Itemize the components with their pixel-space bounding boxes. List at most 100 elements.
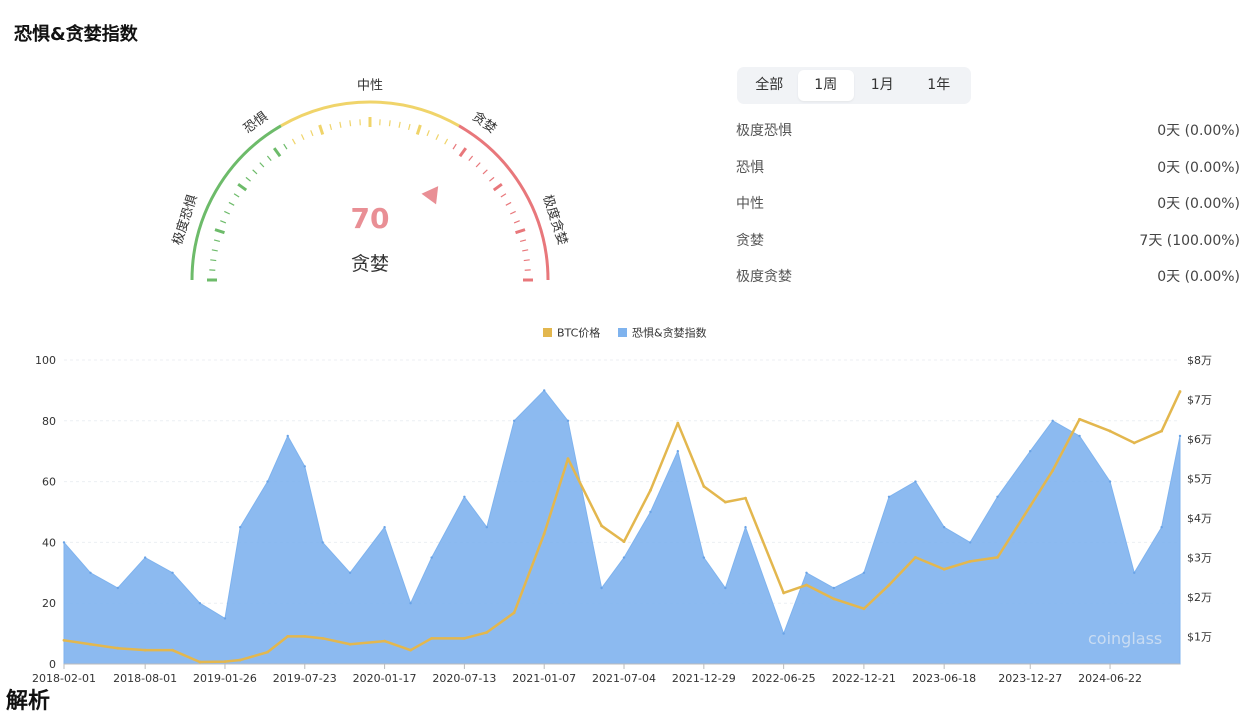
index-point [463, 496, 465, 498]
y-tick-label-right: $3万 [1187, 551, 1212, 564]
gauge-tick [483, 170, 487, 174]
gauge-tick [274, 148, 280, 156]
stat-label: 中性 [736, 186, 764, 223]
btc-point [1029, 505, 1032, 508]
btc-point [485, 631, 488, 634]
index-point [144, 556, 146, 558]
gauge-tick [330, 124, 331, 130]
btc-point [782, 592, 785, 595]
legend-label-index[interactable]: 恐惧&贪婪指数 [632, 326, 707, 340]
gauge-tick [224, 211, 229, 214]
stat-value: 0天 (0.00%) [1157, 113, 1240, 150]
index-point [1051, 420, 1053, 422]
y-tick-label-right: $1万 [1187, 630, 1212, 643]
gauge-tick [501, 194, 506, 197]
index-point [567, 420, 569, 422]
gauge-label: 贪婪 [351, 253, 389, 275]
stat-row-neutral: 中性 0天 (0.00%) [736, 186, 1240, 223]
btc-point [224, 660, 227, 663]
index-area [64, 390, 1180, 664]
gauge-tick [311, 130, 313, 136]
btc-point [996, 556, 999, 559]
btc-point [862, 607, 865, 610]
x-tick-label: 2019-01-26 [193, 672, 257, 685]
stat-label: 贪婪 [736, 223, 764, 260]
gauge-tick [260, 163, 264, 167]
stat-value: 0天 (0.00%) [1157, 186, 1240, 223]
x-tick-label: 2020-01-17 [353, 672, 417, 685]
btc-point [1179, 390, 1182, 393]
index-point [969, 541, 971, 543]
index-point [304, 465, 306, 467]
index-point [63, 541, 65, 543]
gauge-tick [427, 130, 429, 136]
y-tick-label-left: 60 [42, 476, 56, 489]
tab-1week[interactable]: 1周 [798, 70, 855, 101]
btc-point [171, 649, 174, 652]
gauge-tick [460, 148, 466, 156]
btc-point [567, 457, 570, 460]
y-tick-label-left: 20 [42, 597, 56, 610]
index-point [649, 511, 651, 513]
btc-point [1133, 442, 1136, 445]
tab-all[interactable]: 全部 [741, 70, 798, 101]
y-tick-label-right: $7万 [1187, 393, 1212, 406]
gauge-tick [229, 202, 234, 205]
btc-point [266, 651, 269, 654]
gauge-tick [301, 134, 304, 139]
index-point [1133, 572, 1135, 574]
btc-point [321, 637, 324, 640]
y-tick-label-right: $5万 [1187, 472, 1212, 485]
index-point [239, 526, 241, 528]
btc-point [1109, 430, 1112, 433]
index-point [199, 602, 201, 604]
gauge-tick [516, 230, 526, 233]
index-point [1029, 450, 1031, 452]
gauge-tick [520, 240, 526, 241]
tab-1year[interactable]: 1年 [911, 70, 968, 101]
btc-point [943, 568, 946, 571]
index-point [805, 572, 807, 574]
index-point [89, 572, 91, 574]
gauge-tick [514, 221, 520, 223]
legend-swatch-btc [543, 328, 552, 337]
tab-1month[interactable]: 1月 [854, 70, 911, 101]
index-point [409, 602, 411, 604]
gauge-tick [409, 124, 410, 130]
gauge-arc-segment [192, 126, 281, 280]
gauge-pointer-icon [421, 181, 445, 205]
index-point [171, 572, 173, 574]
x-tick-label: 2020-07-13 [432, 672, 496, 685]
btc-point [623, 540, 626, 543]
index-point [724, 587, 726, 589]
gauge-tick [212, 250, 218, 251]
x-tick-label: 2018-08-01 [113, 672, 177, 685]
index-point [430, 556, 432, 558]
y-tick-label-right: $8万 [1187, 354, 1212, 367]
index-point [914, 480, 916, 482]
btc-point [676, 422, 679, 425]
index-point [677, 450, 679, 452]
gauge-tick [445, 139, 448, 144]
btc-point [600, 524, 603, 527]
legend-label-btc[interactable]: BTC价格 [557, 326, 600, 340]
btc-point [513, 611, 516, 614]
gauge-tick [320, 125, 323, 135]
btc-point [89, 643, 92, 646]
x-tick-label: 2021-07-04 [592, 672, 656, 685]
index-point [224, 617, 226, 619]
y-tick-label-right: $2万 [1187, 591, 1212, 604]
index-point [888, 496, 890, 498]
x-tick-label: 2018-02-01 [32, 672, 96, 685]
btc-point [649, 489, 652, 492]
index-point [744, 526, 746, 528]
btc-point [463, 637, 466, 640]
index-point [1160, 526, 1162, 528]
btc-point [1051, 469, 1054, 472]
gauge-tick [469, 156, 473, 161]
gauge-tick [238, 184, 246, 190]
gauge-tick [267, 156, 271, 161]
stat-row-fear: 恐惧 0天 (0.00%) [736, 150, 1240, 187]
index-point [513, 420, 515, 422]
gauge-tick [234, 194, 239, 197]
